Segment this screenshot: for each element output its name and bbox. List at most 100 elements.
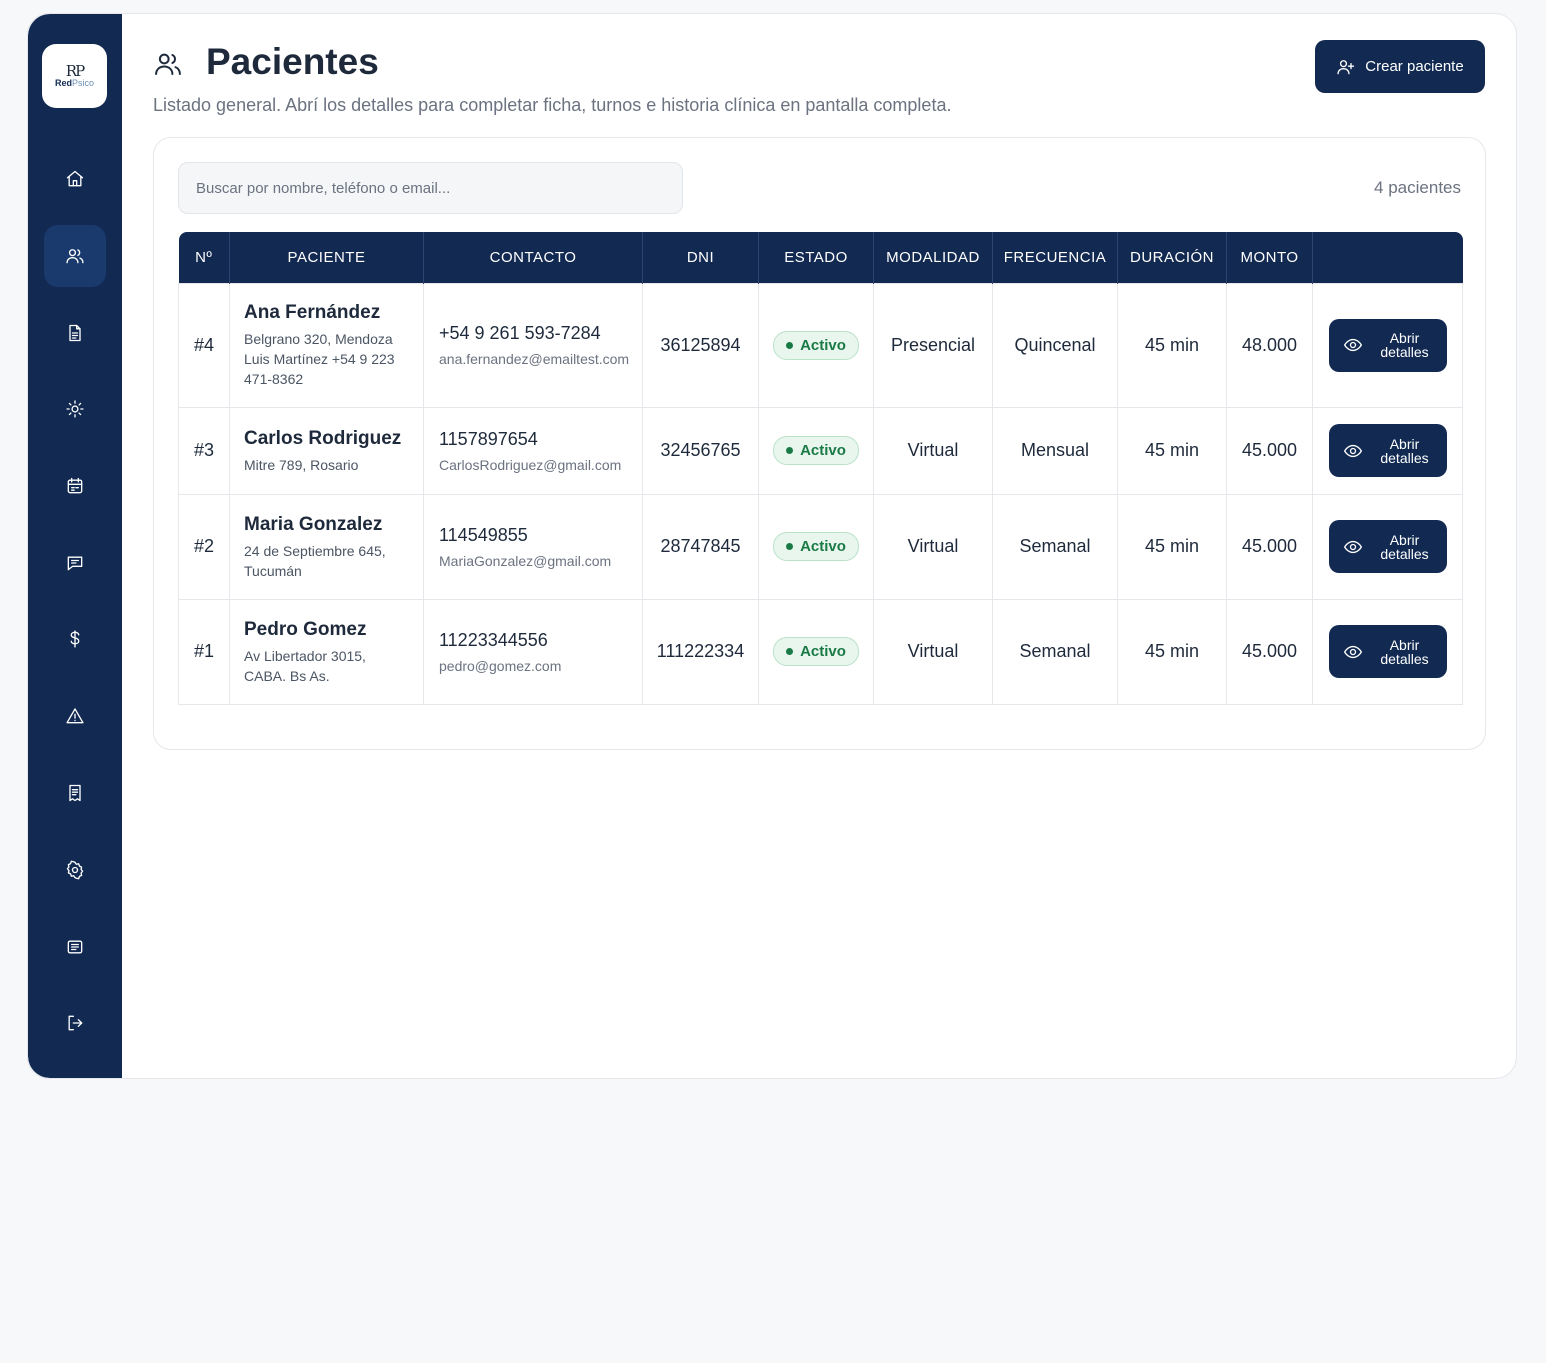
open-details-button[interactable]: Abrir detalles [1328,318,1447,372]
file-icon [69,324,81,342]
app-window: RP RedPsico Pacientes Listado general. A… [27,13,1517,1079]
receipt-icon [69,784,81,802]
eye-icon [1343,645,1362,658]
cell-modalidad: Virtual [873,406,993,495]
column-header-modalidad[interactable]: MODALIDAD [873,232,993,283]
main-content: Pacientes Listado general. Abrí los deta… [122,14,1516,1078]
contact-email: ana.fernandez@emailtest.com [439,351,630,367]
search-input[interactable] [178,162,683,214]
logo-text: RedPsico [55,78,94,88]
sidebar-item-logout[interactable] [44,992,106,1054]
open-details-button[interactable]: Abrir detalles [1328,520,1447,573]
open-details-button[interactable]: Abrir detalles [1328,424,1447,477]
sidebar-item-messages[interactable] [44,532,106,594]
cell-actions: Abrir detalles [1312,598,1463,705]
status-label: Activo [800,643,846,660]
eye-icon [1343,338,1362,352]
cell-num: #3 [178,406,230,495]
cell-dni: 111222334 [642,598,759,705]
contact-phone: 11223344556 [439,629,548,650]
status-label: Activo [800,442,846,459]
cell-patient: Ana Fernández Belgrano 320, Mendoza Luis… [229,282,424,408]
sidebar-item-alerts[interactable] [44,685,106,747]
sidebar-item-sun[interactable] [44,378,106,440]
cell-num: #2 [178,493,230,600]
cell-estado: Activo [758,406,874,495]
column-header-contacto[interactable]: CONTACTO [423,232,643,283]
cell-modalidad: Presencial [873,282,993,408]
patient-name: Pedro Gomez [244,618,367,640]
status-dot-icon [786,543,794,550]
table-row[interactable]: #2 Maria Gonzalez 24 de Septiembre 645, … [178,493,1463,600]
cell-monto: 48.000 [1226,282,1313,408]
column-header-paciente[interactable]: PACIENTE [229,232,424,283]
table-row[interactable]: #1 Pedro Gomez Av Libertador 3015, CABA.… [178,598,1463,705]
sidebar-item-patients[interactable] [44,225,106,287]
home-icon [66,170,84,187]
cell-duracion: 45 min [1117,282,1227,408]
contact-email: MariaGonzalez@gmail.com [439,552,612,569]
patient-address: 24 de Septiembre 645, Tucumán [244,542,386,579]
cell-contact: 11223344556 pedro@gomez.com [423,598,643,705]
logo-mark: RP [65,62,85,80]
status-dot-icon [786,447,794,454]
open-details-label: Abrir detalles [1380,435,1429,466]
patient-address: Av Libertador 3015, CABA. Bs As. [244,647,366,684]
sidebar: RP RedPsico [28,14,122,1078]
cell-duracion: 45 min [1117,598,1227,705]
message-icon [67,556,83,571]
cell-monto: 45.000 [1226,406,1313,495]
open-details-label: Abrir detalles [1380,636,1429,667]
eye-icon [1343,444,1362,457]
cell-modalidad: Virtual [873,598,993,705]
open-details-label: Abrir detalles [1380,531,1429,562]
table-header-row: Nº PACIENTE CONTACTO DNI ESTADO MODALIDA… [178,232,1463,283]
create-patient-button[interactable]: Crear paciente [1315,40,1485,93]
column-header-num[interactable]: Nº [178,232,230,283]
status-badge: Activo [773,637,859,666]
column-header-estado[interactable]: ESTADO [758,232,874,283]
patient-name: Ana Fernández [244,302,381,323]
column-header-frecuencia[interactable]: FRECUENCIA [992,232,1118,283]
sidebar-item-home[interactable] [44,148,106,210]
cell-frecuencia: Quincenal [992,282,1118,408]
cell-monto: 45.000 [1226,598,1313,705]
cell-num: #4 [178,282,230,408]
notes-icon [67,940,83,954]
patient-address: Belgrano 320, Mendoza Luis Martínez +54 … [244,331,395,387]
cell-duracion: 45 min [1117,406,1227,495]
status-dot-icon [786,341,794,349]
sidebar-item-receipts[interactable] [44,762,106,824]
sidebar-item-notes[interactable] [44,916,106,978]
cell-patient: Carlos Rodriguez Mitre 789, Rosario [229,406,424,495]
cell-duracion: 45 min [1117,493,1227,600]
calendar-icon [67,477,83,494]
cell-contact: 1157897654 CarlosRodriguez@gmail.com [423,406,643,495]
open-details-label: Abrir detalles [1380,330,1429,360]
column-header-dni[interactable]: DNI [642,232,759,283]
table-row[interactable]: #3 Carlos Rodriguez Mitre 789, Rosario 1… [178,406,1463,495]
status-badge: Activo [773,330,859,360]
cell-contact: 114549855 MariaGonzalez@gmail.com [423,493,643,600]
cell-contact: +54 9 261 593-7284 ana.fernandez@emailte… [423,282,643,408]
sidebar-item-documents[interactable] [44,302,106,364]
patient-name: Carlos Rodriguez [244,427,402,449]
patients-card: 4 pacientes Nº PACIENTE CONTACTO DNI EST… [153,137,1486,750]
cell-frecuencia: Mensual [992,406,1118,495]
cell-dni: 32456765 [642,406,759,495]
contact-email: pedro@gomez.com [439,657,562,674]
contact-phone: 114549855 [439,524,528,545]
sidebar-item-calendar[interactable] [44,455,106,517]
open-details-button[interactable]: Abrir detalles [1328,625,1447,678]
table-row[interactable]: #4 Ana Fernández Belgrano 320, Mendoza L… [178,282,1463,408]
logout-icon [68,1015,83,1031]
status-badge: Activo [773,436,859,465]
column-header-duracion[interactable]: DURACIÓN [1117,232,1227,283]
status-dot-icon [786,648,794,655]
sidebar-item-payments[interactable] [44,608,106,670]
status-badge: Activo [773,532,859,561]
users-icon [153,49,185,81]
cell-actions: Abrir detalles [1312,406,1463,495]
sidebar-item-settings[interactable] [44,839,106,901]
column-header-monto[interactable]: MONTO [1226,232,1313,283]
